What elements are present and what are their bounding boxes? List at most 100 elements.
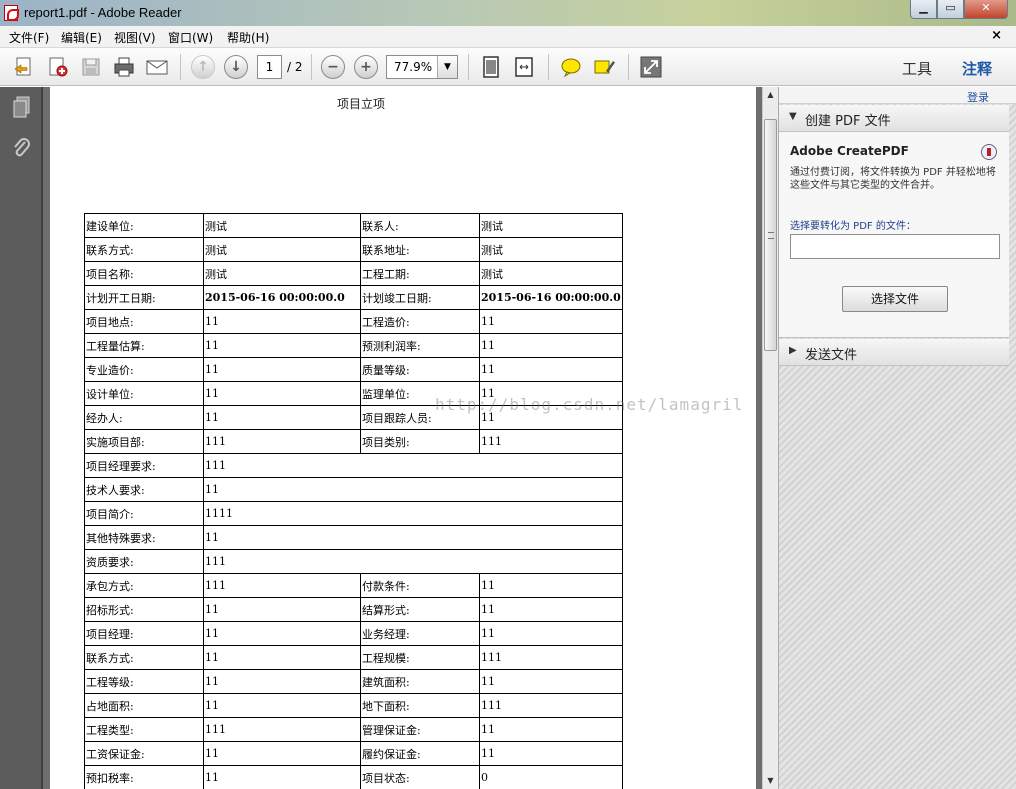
scroll-down-icon[interactable]: ▼	[763, 773, 778, 789]
table-row: 招标形式: 11 结算形式: 11	[84, 597, 623, 622]
login-link[interactable]: 登录	[967, 89, 989, 105]
table-row: 计划开工日期: 2015-06-16 00:00:00.0 计划竣工日期: 2015-…	[84, 285, 623, 310]
table-row: 其他特殊要求: 11	[84, 525, 623, 550]
menu-help[interactable]: 帮助(H)	[227, 29, 269, 46]
field-label: 项目经理:	[84, 621, 204, 646]
fit-width-button[interactable]	[510, 53, 538, 81]
send-file-section-header[interactable]: ▶ 发送文件	[779, 339, 1009, 366]
chevron-down-icon[interactable]: ▼	[437, 56, 457, 78]
field-value: 111	[203, 429, 361, 454]
field-label: 项目类别:	[360, 429, 480, 454]
field-label: 项目简介:	[84, 501, 204, 526]
fit-width-icon	[515, 57, 533, 77]
field-label: 质量等级:	[360, 357, 480, 382]
menu-edit[interactable]: 编辑(E)	[61, 29, 102, 46]
comment-icon	[561, 58, 581, 78]
field-value: 11	[203, 477, 623, 502]
field-value: 111	[479, 645, 623, 670]
table-row: 联系方式: 测试 联系地址: 测试	[84, 237, 623, 262]
page-number-input[interactable]: 1	[257, 55, 282, 79]
field-value: 11	[203, 357, 361, 382]
tools-pane-button[interactable]: 工具	[902, 58, 932, 79]
field-value: 11	[479, 357, 623, 382]
table-row: 技术人要求: 11	[84, 477, 623, 502]
field-label: 地下面积:	[360, 693, 480, 718]
attachments-button[interactable]	[11, 137, 33, 161]
menu-view[interactable]: 视图(V)	[114, 29, 156, 46]
page-thumbnails-button[interactable]	[11, 95, 33, 119]
window-controls: ▁ ▭ ✕	[910, 0, 1008, 19]
field-value: 0	[479, 765, 623, 789]
sticky-note-button[interactable]	[557, 53, 585, 81]
zoom-in-button[interactable]: +	[352, 53, 380, 81]
menu-file[interactable]: 文件(F)	[9, 29, 49, 46]
document-heading: 项目立项	[337, 97, 386, 111]
document-close-icon[interactable]: ×	[991, 28, 1002, 43]
open-button[interactable]	[10, 53, 38, 81]
page-total-label: / 2	[287, 60, 303, 74]
menu-window[interactable]: 窗口(W)	[168, 29, 213, 46]
highlight-icon	[594, 60, 615, 74]
vertical-scrollbar[interactable]: ▲ ▼	[762, 87, 778, 789]
field-value: 11	[203, 621, 361, 646]
table-row: 工资保证金: 11 履约保证金: 11	[84, 741, 623, 766]
fullscreen-button[interactable]	[637, 53, 665, 81]
tasks-pane: 登录 ▼ 创建 PDF 文件 Adobe CreatePDF 通过付费订阅，将文…	[778, 87, 1016, 789]
field-value: 11	[479, 717, 623, 742]
scroll-thumb[interactable]	[764, 119, 777, 351]
scroll-up-icon[interactable]: ▲	[763, 87, 778, 103]
zoom-select[interactable]: 77.9% ▼	[386, 55, 458, 79]
field-label: 预测利润率:	[360, 333, 480, 358]
field-value: 111	[203, 549, 623, 574]
field-label: 实施项目部:	[84, 429, 204, 454]
next-page-button[interactable]: ↓	[222, 53, 250, 81]
field-label: 工资保证金:	[84, 741, 204, 766]
document-view[interactable]: 项目立项 建设单位: 测试 联系人: 测试 联系方式: 测试 联系地址: 测试 项目名称: 测试工…	[43, 87, 762, 789]
email-button[interactable]	[143, 53, 171, 81]
field-value: 11	[203, 405, 361, 430]
create-pdf-section-header[interactable]: ▼ 创建 PDF 文件	[779, 105, 1009, 132]
close-button[interactable]: ✕	[964, 0, 1008, 19]
field-value: 测试	[203, 213, 361, 238]
field-value: 11	[479, 669, 623, 694]
field-value: 11	[479, 741, 623, 766]
field-label: 结算形式:	[360, 597, 480, 622]
login-bar: 登录	[779, 87, 1016, 104]
field-value: 11	[203, 765, 361, 789]
highlight-button[interactable]	[590, 53, 618, 81]
fit-page-icon	[483, 56, 499, 78]
file-path-input[interactable]	[790, 234, 1000, 259]
field-value: 1111	[203, 501, 623, 526]
table-row: 项目名称: 测试 工程工期: 测试	[84, 261, 623, 286]
choose-file-button[interactable]: 选择文件	[842, 286, 948, 312]
field-label: 预扣税率:	[84, 765, 204, 789]
zoom-out-button[interactable]: −	[319, 53, 347, 81]
minimize-button[interactable]: ▁	[910, 0, 937, 19]
table-row: 项目地点: 11 工程造价: 11	[84, 309, 623, 334]
field-label: 招标形式:	[84, 597, 204, 622]
field-label: 付款条件:	[360, 573, 480, 598]
send-file-section-label: 发送文件	[805, 348, 858, 363]
table-row: 项目经理要求: 111	[84, 453, 623, 478]
field-value: 测试	[479, 261, 623, 286]
paperclip-icon	[14, 138, 30, 157]
maximize-button[interactable]: ▭	[937, 0, 964, 19]
prev-page-button[interactable]: ↑	[189, 53, 217, 81]
comment-pane-button[interactable]: 注释	[962, 58, 992, 79]
close-icon: ✕	[981, 1, 991, 14]
table-row: 工程等级: 11 建筑面积: 11	[84, 669, 623, 694]
field-value: 111	[479, 693, 623, 718]
toolbar-separator	[548, 54, 549, 80]
create-button[interactable]	[44, 53, 72, 81]
fit-page-button[interactable]	[477, 53, 505, 81]
print-button[interactable]	[110, 53, 138, 81]
field-value: 2015-06-16 00:00:00.0	[203, 285, 361, 310]
field-value: 11	[203, 381, 361, 406]
save-button[interactable]	[77, 53, 105, 81]
field-label: 项目状态:	[360, 765, 480, 789]
create-icon	[49, 57, 68, 77]
choose-file-label: 选择要转化为 PDF 的文件：	[790, 221, 916, 232]
field-value: 111	[203, 453, 623, 478]
toolbar: ↑ ↓ − +	[0, 48, 1016, 130]
table-row: 实施项目部: 111 项目类别: 111	[84, 429, 623, 454]
